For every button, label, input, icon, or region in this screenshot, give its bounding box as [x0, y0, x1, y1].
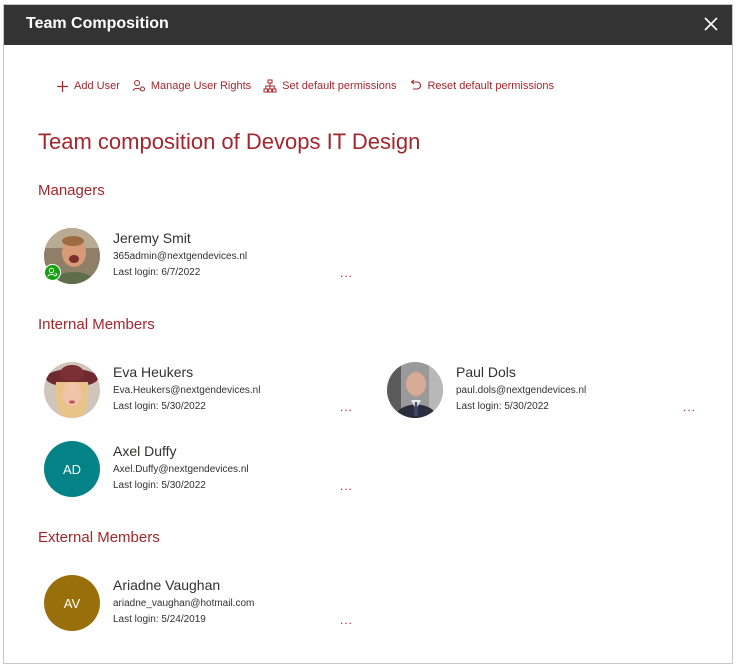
- avatar-initials: AV: [63, 595, 81, 611]
- person-last-login: Last login: 5/30/2022: [456, 401, 549, 412]
- avatar-initials: AD: [62, 461, 82, 477]
- reset-default-permissions-label: Reset default permissions: [427, 80, 555, 92]
- dialog-title: Team Composition: [26, 15, 169, 32]
- toolbar: Add User Manage User Rights Set default …: [56, 77, 566, 95]
- person-card-jeremy-smit: Jeremy Smit 365admin@nextgendevices.nl L…: [44, 228, 364, 288]
- add-user-label: Add User: [74, 80, 120, 92]
- set-default-permissions-label: Set default permissions: [282, 80, 397, 92]
- manage-user-rights-button[interactable]: Manage User Rights: [132, 79, 251, 93]
- manager-badge-icon: [44, 264, 61, 281]
- hierarchy-icon: [263, 79, 277, 93]
- more-options-button[interactable]: ...: [340, 479, 353, 493]
- person-last-login: Last login: 5/30/2022: [113, 480, 206, 491]
- close-icon: [704, 17, 718, 31]
- avatar: [44, 362, 100, 418]
- person-card-axel-duffy: AD Axel Duffy Axel.Duffy@nextgendevices.…: [44, 441, 364, 501]
- team-composition-dialog: Team Composition Add User Manage User Ri…: [3, 4, 733, 664]
- undo-icon: [411, 79, 422, 90]
- person-name: Jeremy Smit: [113, 230, 191, 246]
- more-options-button[interactable]: ...: [340, 266, 353, 280]
- more-options-button[interactable]: ...: [340, 613, 353, 627]
- person-name: Axel Duffy: [113, 443, 177, 459]
- avatar: [387, 362, 443, 418]
- person-last-login: Last login: 6/7/2022: [113, 267, 201, 278]
- person-name: Eva Heukers: [113, 364, 194, 380]
- person-card-ariadne-vaughan: AV Ariadne Vaughan ariadne_vaughan@hotma…: [44, 575, 364, 635]
- person-email: 365admin@nextgendevices.nl: [113, 251, 248, 262]
- person-name: Paul Dols: [456, 364, 516, 380]
- set-default-permissions-button[interactable]: Set default permissions: [263, 79, 396, 93]
- more-options-button[interactable]: ...: [340, 400, 353, 414]
- avatar: AV: [44, 575, 100, 631]
- person-card-eva-heukers: Eva Heukers Eva.Heukers@nextgendevices.n…: [44, 362, 364, 422]
- person-email: paul.dols@nextgendevices.nl: [456, 385, 587, 396]
- more-options-button[interactable]: ...: [683, 400, 696, 414]
- person-last-login: Last login: 5/30/2022: [113, 401, 206, 412]
- person-email: Eva.Heukers@nextgendevices.nl: [113, 385, 261, 396]
- add-icon: [57, 80, 68, 92]
- person-email: Axel.Duffy@nextgendevices.nl: [113, 464, 249, 475]
- person-card-paul-dols: Paul Dols paul.dols@nextgendevices.nl La…: [387, 362, 707, 422]
- person-name: Ariadne Vaughan: [113, 577, 221, 593]
- external-members-section-title: External Members: [38, 529, 160, 546]
- person-last-login: Last login: 5/24/2019: [113, 614, 206, 625]
- dialog-titlebar: Team Composition: [4, 5, 732, 45]
- manage-user-rights-label: Manage User Rights: [150, 80, 252, 92]
- add-user-button[interactable]: Add User: [56, 80, 120, 93]
- internal-members-section-title: Internal Members: [38, 316, 155, 333]
- page-heading: Team composition of Devops IT Design: [38, 129, 421, 154]
- avatar: AD: [44, 441, 100, 497]
- person-email: ariadne_vaughan@hotmail.com: [113, 598, 255, 609]
- manage-rights-icon: [132, 80, 145, 92]
- close-button[interactable]: [700, 13, 722, 35]
- managers-section-title: Managers: [38, 182, 105, 199]
- reset-default-permissions-button[interactable]: Reset default permissions: [408, 79, 554, 93]
